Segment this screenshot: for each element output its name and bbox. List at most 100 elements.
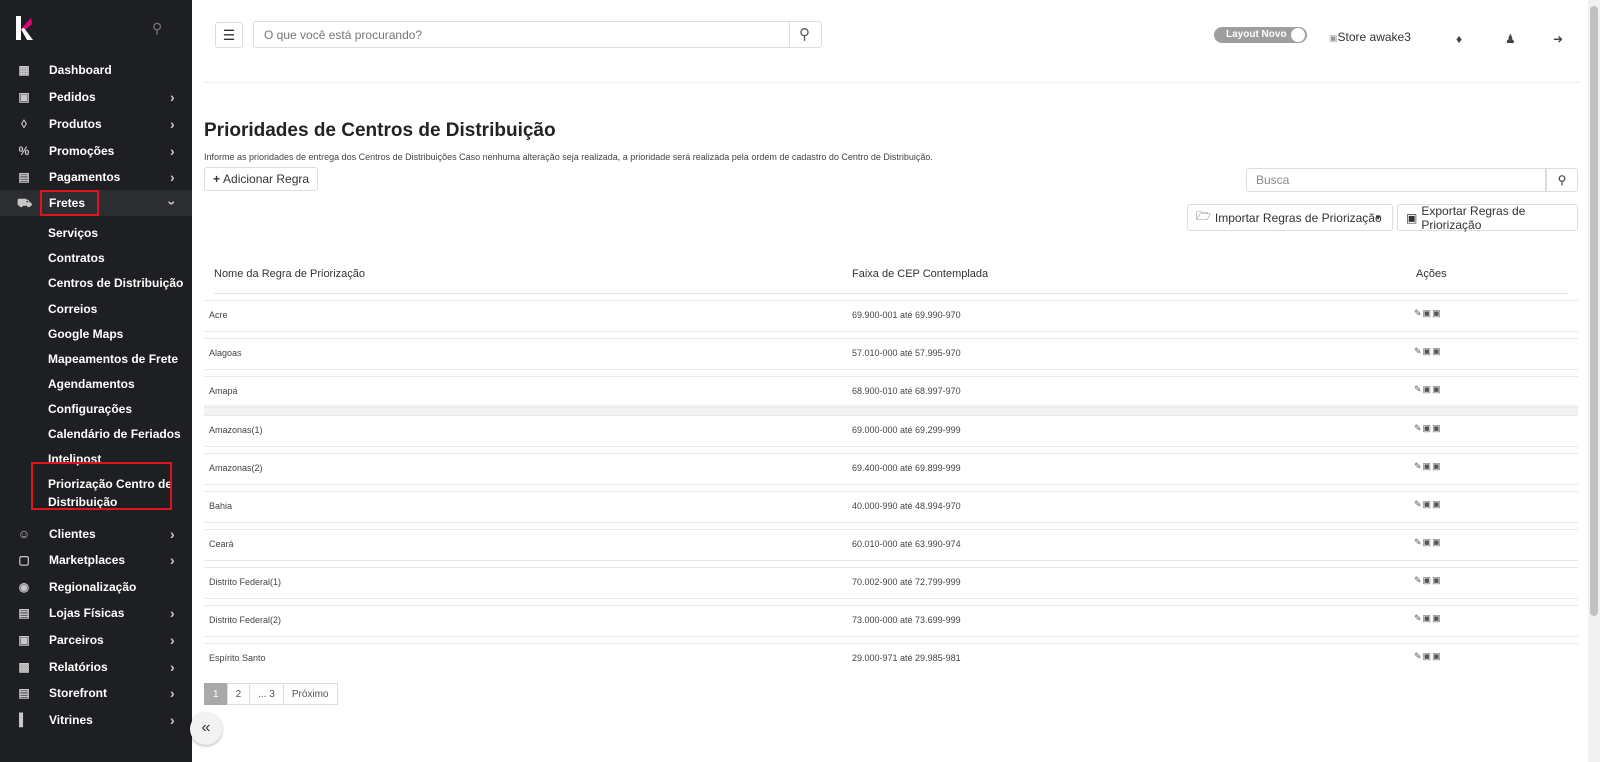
submenu-contratos[interactable]: Contratos xyxy=(48,251,105,265)
page-2-button[interactable]: 2 xyxy=(226,683,251,705)
trash-icon[interactable]: ▣ xyxy=(1423,499,1433,509)
rule-name-cell: Amazonas(1) xyxy=(209,425,263,435)
edit-icon[interactable]: ✎ xyxy=(1414,384,1423,394)
page-description: Informe as prioridades de entrega dos Ce… xyxy=(204,152,933,162)
sidebar-item-relatorios[interactable]: ▩ Relatórios › xyxy=(0,654,192,680)
submenu-google-maps[interactable]: Google Maps xyxy=(48,327,123,341)
table-search-icon[interactable]: ⚲ xyxy=(1546,168,1578,192)
store-logo-image: ▣Store awake3 xyxy=(1329,30,1411,44)
chevron-right-icon: › xyxy=(170,605,175,621)
sidebar-item-pedidos[interactable]: ▣ Pedidos › xyxy=(0,84,192,110)
trash-icon[interactable]: ▣ xyxy=(1432,575,1442,585)
trash-icon[interactable]: ▣ xyxy=(1432,308,1442,318)
sidebar-item-storefront[interactable]: ▤ Storefront › xyxy=(0,680,192,706)
trash-icon[interactable]: ▣ xyxy=(1423,423,1433,433)
brand-logo-icon[interactable] xyxy=(14,14,34,42)
rule-name-cell: Acre xyxy=(209,310,228,320)
global-search-field[interactable] xyxy=(253,21,790,48)
sidebar-item-label: Marketplaces xyxy=(49,553,126,567)
inbox-icon: ▣ xyxy=(18,90,30,104)
global-search-input[interactable] xyxy=(254,22,789,47)
trash-icon[interactable]: ▣ xyxy=(1432,461,1442,471)
hamburger-menu-button[interactable]: ☰ xyxy=(215,22,243,48)
money-icon: ▤ xyxy=(18,170,30,184)
edit-icon[interactable]: ✎ xyxy=(1414,308,1423,318)
sign-out-icon[interactable]: ➜ xyxy=(1553,32,1563,46)
trash-icon[interactable]: ▣ xyxy=(1432,499,1442,509)
search-icon[interactable]: ⚲ xyxy=(788,21,822,48)
rule-name-cell: Bahia xyxy=(209,501,233,511)
trash-icon[interactable]: ▣ xyxy=(1432,384,1442,394)
rule-name-cell: Distrito Federal(1) xyxy=(209,577,282,587)
edit-icon[interactable]: ✎ xyxy=(1414,651,1423,661)
edit-icon[interactable]: ✎ xyxy=(1414,423,1423,433)
sidebar-item-pagamentos[interactable]: ▤ Pagamentos › xyxy=(0,164,192,190)
table-row: Amapá 68.900-010 até 68.997-970 ✎▣▣ xyxy=(204,376,1578,408)
truck-icon: ⛟ xyxy=(17,196,33,210)
submenu-mapeamentos-frete[interactable]: Mapeamentos de Frete xyxy=(48,352,178,366)
edit-icon[interactable]: ✎ xyxy=(1414,346,1423,356)
trash-icon[interactable]: ▣ xyxy=(1423,613,1433,623)
bell-icon[interactable]: ♦ xyxy=(1456,32,1462,46)
submenu-servicos[interactable]: Serviços xyxy=(48,226,98,240)
sidebar-item-clientes[interactable]: ☺ Clientes › xyxy=(0,521,192,547)
submenu-centros-distribuicao[interactable]: Centros de Distribuição xyxy=(48,276,183,290)
trash-icon[interactable]: ▣ xyxy=(1432,423,1442,433)
trash-icon[interactable]: ▣ xyxy=(1423,537,1433,547)
collapse-sidebar-button[interactable]: « xyxy=(190,713,222,745)
trash-icon[interactable]: ▣ xyxy=(1432,346,1442,356)
import-rules-button[interactable]: 🗁 Importar Regras de Priorização ▼ xyxy=(1187,204,1393,231)
sidebar-item-regionalizacao[interactable]: ◉ Regionalização xyxy=(0,574,192,600)
trash-icon[interactable]: ▣ xyxy=(1423,308,1433,318)
add-rule-button[interactable]: + Adicionar Regra xyxy=(204,167,319,191)
edit-icon[interactable]: ✎ xyxy=(1414,499,1423,509)
page-1-button[interactable]: 1 xyxy=(204,683,228,705)
sidebar-item-marketplaces[interactable]: ▢ Marketplaces › xyxy=(0,547,192,573)
sidebar-item-produtos[interactable]: ◊ Produtos › xyxy=(0,111,192,137)
trash-icon[interactable]: ▣ xyxy=(1423,651,1433,661)
cep-range-cell: 40.000-990 até 48.994-970 xyxy=(852,501,961,511)
export-rules-button[interactable]: ▣ Exportar Regras de Priorização xyxy=(1397,203,1578,232)
sidebar-item-label: Regionalização xyxy=(49,580,137,594)
pagination: 1 2 ... 3 Próximo xyxy=(204,683,338,705)
submenu-calendario-feriados[interactable]: Calendário de Feriados xyxy=(48,427,181,441)
sidebar-item-lojas-fisicas[interactable]: ▤ Lojas Físicas › xyxy=(0,600,192,626)
priorizacao-highlight-box xyxy=(31,462,172,510)
edit-icon[interactable]: ✎ xyxy=(1414,575,1423,585)
trash-icon[interactable]: ▣ xyxy=(1432,537,1442,547)
page-3-button[interactable]: ... 3 xyxy=(249,683,284,705)
cep-range-cell: 69.900-001 até 69.990-970 xyxy=(852,310,961,320)
edit-icon[interactable]: ✎ xyxy=(1414,461,1423,471)
import-rules-label: Importar Regras de Priorização xyxy=(1214,210,1382,225)
sidebar-item-promocoes[interactable]: % Promoções › xyxy=(0,138,192,164)
layout-toggle[interactable]: Layout Novo xyxy=(1214,27,1307,43)
trash-icon[interactable]: ▣ xyxy=(1432,613,1442,623)
trash-icon[interactable]: ▣ xyxy=(1423,575,1433,585)
sidebar-item-parceiros[interactable]: ▣ Parceiros › xyxy=(0,627,192,653)
submenu-correios[interactable]: Correios xyxy=(48,302,97,316)
table-search-field[interactable] xyxy=(1246,168,1546,192)
cep-range-cell: 29.000-971 até 29.985-981 xyxy=(852,653,961,663)
edit-icon[interactable]: ✎ xyxy=(1414,613,1423,623)
sidebar-item-label: Parceiros xyxy=(49,633,104,647)
scrollbar-thumb[interactable] xyxy=(1590,6,1598,616)
storefront-icon: ▤ xyxy=(18,686,30,700)
users-icon[interactable]: ♟ xyxy=(1505,32,1516,46)
sidebar-item-vitrines[interactable]: ▍ Vitrines › xyxy=(0,707,192,733)
submenu-configuracoes[interactable]: Configurações xyxy=(48,402,132,416)
briefcase-icon: ▣ xyxy=(18,633,30,647)
sidebar-search-icon[interactable]: ⚲ xyxy=(152,20,162,37)
page-scrollbar[interactable] xyxy=(1588,0,1600,762)
trash-icon[interactable]: ▣ xyxy=(1423,346,1433,356)
trash-icon[interactable]: ▣ xyxy=(1432,651,1442,661)
edit-icon[interactable]: ✎ xyxy=(1414,537,1423,547)
trash-icon[interactable]: ▣ xyxy=(1423,461,1433,471)
table-search-input[interactable] xyxy=(1247,169,1545,191)
trash-icon[interactable]: ▣ xyxy=(1423,384,1433,394)
rule-name-cell: Ceará xyxy=(209,539,234,549)
export-rules-label: Exportar Regras de Priorização xyxy=(1421,203,1526,232)
next-page-button[interactable]: Próximo xyxy=(282,683,338,705)
sidebar-item-label: Lojas Físicas xyxy=(49,606,125,620)
sidebar-item-dashboard[interactable]: ▦ Dashboard xyxy=(0,57,192,83)
submenu-agendamentos[interactable]: Agendamentos xyxy=(48,377,135,391)
